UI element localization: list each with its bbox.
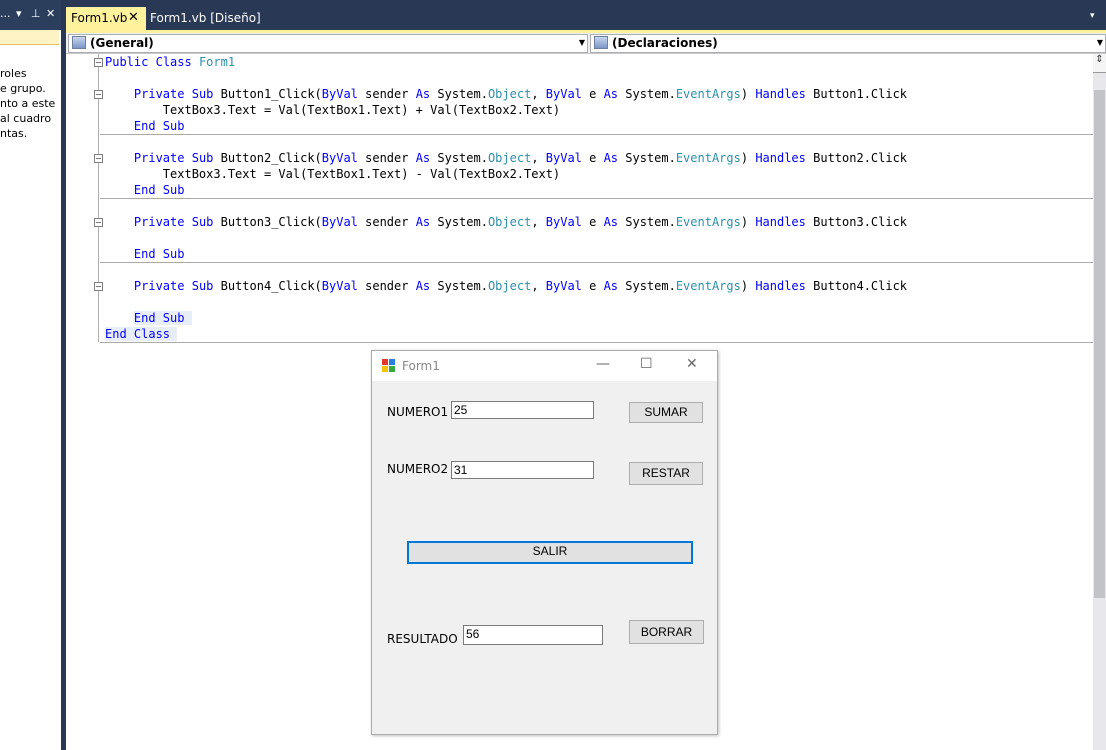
- method-signature-line[interactable]: Private Sub Button3_Click(ByVal sender A…: [105, 214, 907, 230]
- numero2-textbox[interactable]: 31: [451, 461, 594, 479]
- method-signature-line[interactable]: Private Sub Button4_Click(ByVal sender A…: [105, 278, 907, 294]
- form-app-icon: [382, 359, 395, 372]
- toolbox-title: ...: [0, 7, 11, 20]
- numero1-textbox[interactable]: 25: [451, 401, 594, 419]
- method-signature-line[interactable]: Private Sub Button1_Click(ByVal sender A…: [105, 86, 907, 102]
- form-title-bar: Form1 — ☐ ✕: [372, 351, 717, 381]
- method-separator: [100, 134, 1093, 135]
- navigation-bar: (General) ▼ (Declaraciones) ▼: [66, 33, 1106, 54]
- maximize-icon[interactable]: ☐: [640, 356, 653, 372]
- toolbox-description-line: al cuadro: [0, 112, 52, 125]
- method-name-combo[interactable]: (Declaraciones) ▼: [590, 34, 1106, 53]
- sumar-button[interactable]: SUMAR: [629, 402, 703, 423]
- method-separator: [100, 262, 1093, 263]
- vertical-scrollbar[interactable]: ⇕: [1093, 54, 1106, 750]
- restar-button[interactable]: RESTAR: [629, 462, 703, 485]
- toolbox-description-line: roles: [0, 67, 27, 80]
- collapse-method-icon[interactable]: −: [94, 90, 103, 99]
- dropdown-icon[interactable]: ▾: [16, 7, 22, 20]
- class-declaration-line[interactable]: Public Class Form1: [105, 54, 235, 70]
- toolbox-selected-item[interactable]: [0, 30, 59, 45]
- end-sub-line[interactable]: End Sub: [105, 118, 185, 134]
- toolbox-description-line: ntas.: [0, 127, 28, 140]
- scroll-thumb[interactable]: [1094, 90, 1105, 598]
- class-name-combo[interactable]: (General) ▼: [68, 34, 588, 53]
- end-sub-line[interactable]: End Sub: [105, 310, 192, 326]
- method-icon: [594, 36, 608, 49]
- collapse-method-icon[interactable]: −: [94, 154, 103, 163]
- method-body-line[interactable]: TextBox3.Text = Val(TextBox1.Text) + Val…: [105, 102, 560, 118]
- form-title: Form1: [402, 359, 440, 373]
- toolbox-panel: ... ▾ ⊥ ✕ roles e grupo. nto a este al cuad…: [0, 0, 62, 750]
- borrar-button[interactable]: BORRAR: [629, 620, 704, 644]
- chevron-down-icon: ▼: [578, 38, 585, 47]
- toolbox-description-line: nto a este: [0, 97, 56, 110]
- close-icon[interactable]: ✕: [46, 7, 55, 20]
- minimize-icon[interactable]: —: [596, 356, 610, 372]
- collapse-method-icon[interactable]: −: [94, 282, 103, 291]
- collapse-method-icon[interactable]: −: [94, 218, 103, 227]
- end-sub-line[interactable]: End Sub: [105, 246, 185, 262]
- toolbox-description: roles e grupo. nto a este al cuadro ntas.: [0, 66, 60, 141]
- class-icon: [72, 36, 86, 49]
- method-separator: [100, 342, 1093, 343]
- numero2-label: NUMERO2: [387, 462, 449, 476]
- method-body-line[interactable]: TextBox3.Text = Val(TextBox1.Text) - Val…: [105, 166, 560, 182]
- salir-button[interactable]: SALIR: [407, 541, 693, 564]
- method-signature-line[interactable]: Private Sub Button2_Click(ByVal sender A…: [105, 150, 907, 166]
- chevron-down-icon: ▼: [1096, 38, 1103, 47]
- split-handle-icon[interactable]: ⇕: [1093, 54, 1106, 73]
- method-combo-value: (Declaraciones): [612, 36, 718, 50]
- tab-form1-design[interactable]: Form1.vb [Diseño]: [150, 11, 261, 25]
- resultado-textbox[interactable]: 56: [463, 625, 603, 645]
- tab-label: Form1.vb: [71, 11, 128, 25]
- collapse-class-icon[interactable]: −: [94, 58, 103, 67]
- method-separator: [100, 198, 1093, 199]
- numero1-label: NUMERO1: [387, 405, 449, 419]
- toolbox-description-line: e grupo.: [0, 82, 46, 95]
- end-sub-line[interactable]: End Sub: [105, 182, 185, 198]
- toolbox-header: ... ▾ ⊥ ✕: [0, 0, 62, 30]
- resultado-label: RESULTADO: [387, 632, 458, 646]
- class-combo-value: (General): [90, 36, 154, 50]
- close-tab-icon[interactable]: ✕: [128, 10, 139, 25]
- form1-window: Form1 — ☐ ✕ NUMERO1 25 SUMAR NUMERO2 31 …: [371, 350, 718, 735]
- pin-icon[interactable]: ⊥: [31, 7, 41, 20]
- tab-form1-vb[interactable]: Form1.vb ✕: [66, 7, 146, 30]
- close-icon[interactable]: ✕: [686, 356, 698, 372]
- tab-overflow-icon[interactable]: ▾: [1090, 11, 1095, 21]
- end-class-line[interactable]: End Class: [105, 326, 178, 342]
